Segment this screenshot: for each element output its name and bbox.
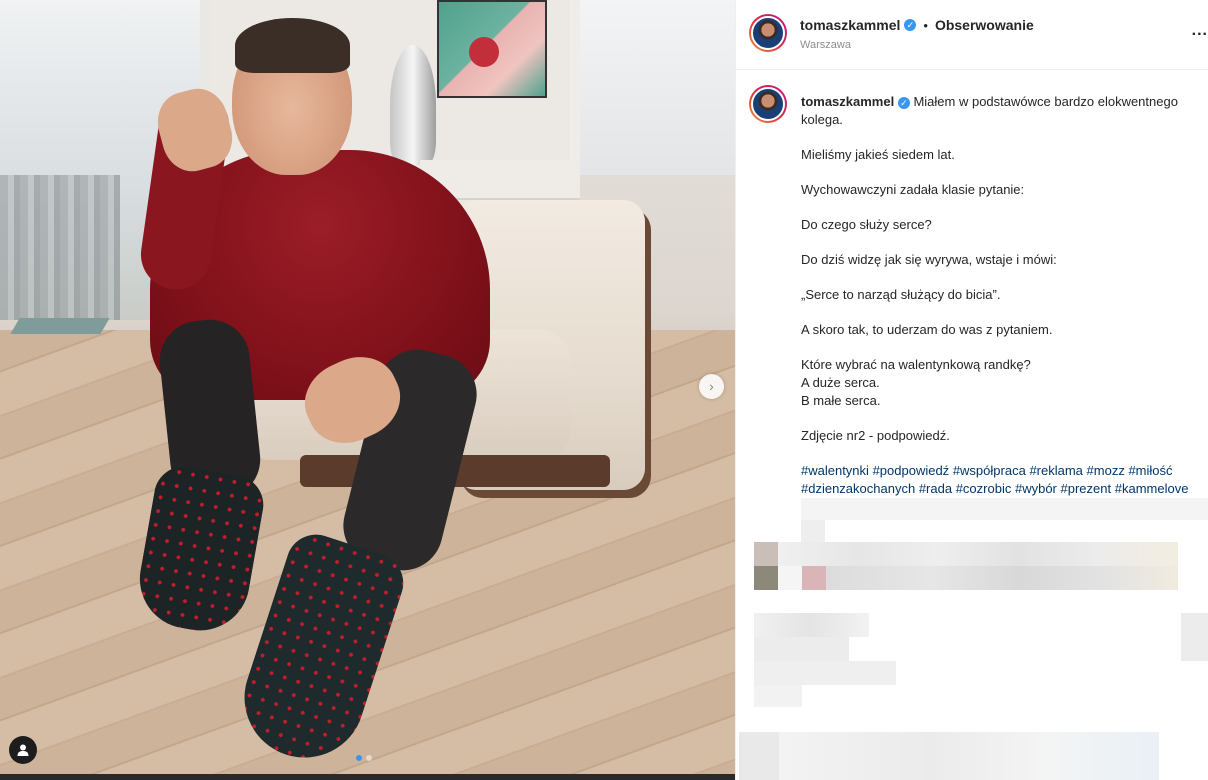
username-link[interactable]: tomaszkammel	[800, 17, 900, 33]
caption-paragraph: Do czego służy serce?	[801, 217, 932, 232]
photo-rug	[10, 318, 110, 334]
caption-paragraph: Mieliśmy jakieś siedem lat.	[801, 147, 955, 162]
photo-painting	[437, 0, 547, 98]
following-button[interactable]: Obserwowanie	[935, 17, 1034, 33]
hashtag-link[interactable]: #kammelove	[1115, 481, 1189, 496]
caption-paragraph: Wychowawczyni zadała klasie pytanie:	[801, 182, 1025, 197]
more-options-icon[interactable]: ...	[1192, 22, 1208, 40]
hashtag-link[interactable]: #podpowiedź	[873, 463, 950, 478]
photo-person-hair	[235, 18, 350, 73]
hashtags-line: #dzienzakochanych #rada #cozrobic #wybór…	[801, 480, 1206, 496]
caption-option-b: B małe serca.	[801, 393, 881, 408]
caption-paragraph: A skoro tak, to uderzam do was z pytanie…	[801, 322, 1053, 337]
hashtag-link[interactable]: #cozrobic	[956, 481, 1012, 496]
hashtag-link[interactable]: #miłość	[1128, 463, 1172, 478]
caption-option-a: A duże serca.	[801, 375, 880, 390]
hashtag-link[interactable]: #dzienzakochanych	[801, 481, 915, 496]
hashtag-link[interactable]: #współpraca	[953, 463, 1026, 478]
bottom-strip	[0, 774, 735, 780]
photo-lamp	[390, 45, 436, 165]
avatar[interactable]	[749, 14, 787, 52]
caption-paragraph: Do dziś widzę jak się wyrywa, wstaje i m…	[801, 252, 1057, 267]
photo-cityscape	[0, 175, 120, 320]
caption-username[interactable]: tomaszkammel	[801, 94, 894, 109]
caption-paragraph: „Serce to narząd służący do bicia”.	[801, 287, 1001, 302]
location-link[interactable]: Warszawa	[800, 39, 1034, 51]
hashtags-line: #walentynki #podpowiedź #współpraca #rek…	[801, 462, 1206, 480]
caption-question: Które wybrać na walentynkową randkę?	[801, 357, 1031, 372]
carousel-dots	[356, 755, 372, 761]
hashtag-link[interactable]: #wybór	[1015, 481, 1057, 496]
chevron-right-icon[interactable]: ›	[699, 374, 724, 399]
separator-dot: •	[923, 17, 928, 33]
hashtag-link[interactable]: #prezent	[1061, 481, 1112, 496]
post-photo[interactable]: ›	[0, 0, 735, 774]
post-caption: tomaszkammel ✓ Miałem w podstawówce bard…	[801, 93, 1206, 496]
carousel-dot	[366, 755, 372, 761]
hashtag-link[interactable]: #walentynki	[801, 463, 869, 478]
user-tag-icon[interactable]	[9, 736, 37, 764]
caption-hint: Zdjęcie nr2 - podpowiedź.	[801, 428, 950, 443]
post-side-panel: tomaszkammel ✓ • Obserwowanie Warszawa .…	[735, 0, 1208, 780]
photo-window-right	[570, 0, 735, 175]
pixelated-comments	[736, 496, 1208, 780]
post-header: tomaszkammel ✓ • Obserwowanie Warszawa .…	[736, 0, 1208, 70]
carousel-dot-active	[356, 755, 362, 761]
caption-first-line: tomaszkammel ✓ Miałem w podstawówce bard…	[801, 93, 1206, 129]
hashtag-link[interactable]: #reklama	[1029, 463, 1082, 478]
verified-badge-icon: ✓	[897, 97, 910, 109]
caption-avatar[interactable]	[749, 85, 787, 123]
hashtag-link[interactable]: #mozz	[1087, 463, 1125, 478]
caption-question-block: Które wybrać na walentynkową randkę? A d…	[801, 356, 1206, 410]
verified-badge-icon: ✓	[904, 19, 917, 31]
hashtag-link[interactable]: #rada	[919, 481, 952, 496]
